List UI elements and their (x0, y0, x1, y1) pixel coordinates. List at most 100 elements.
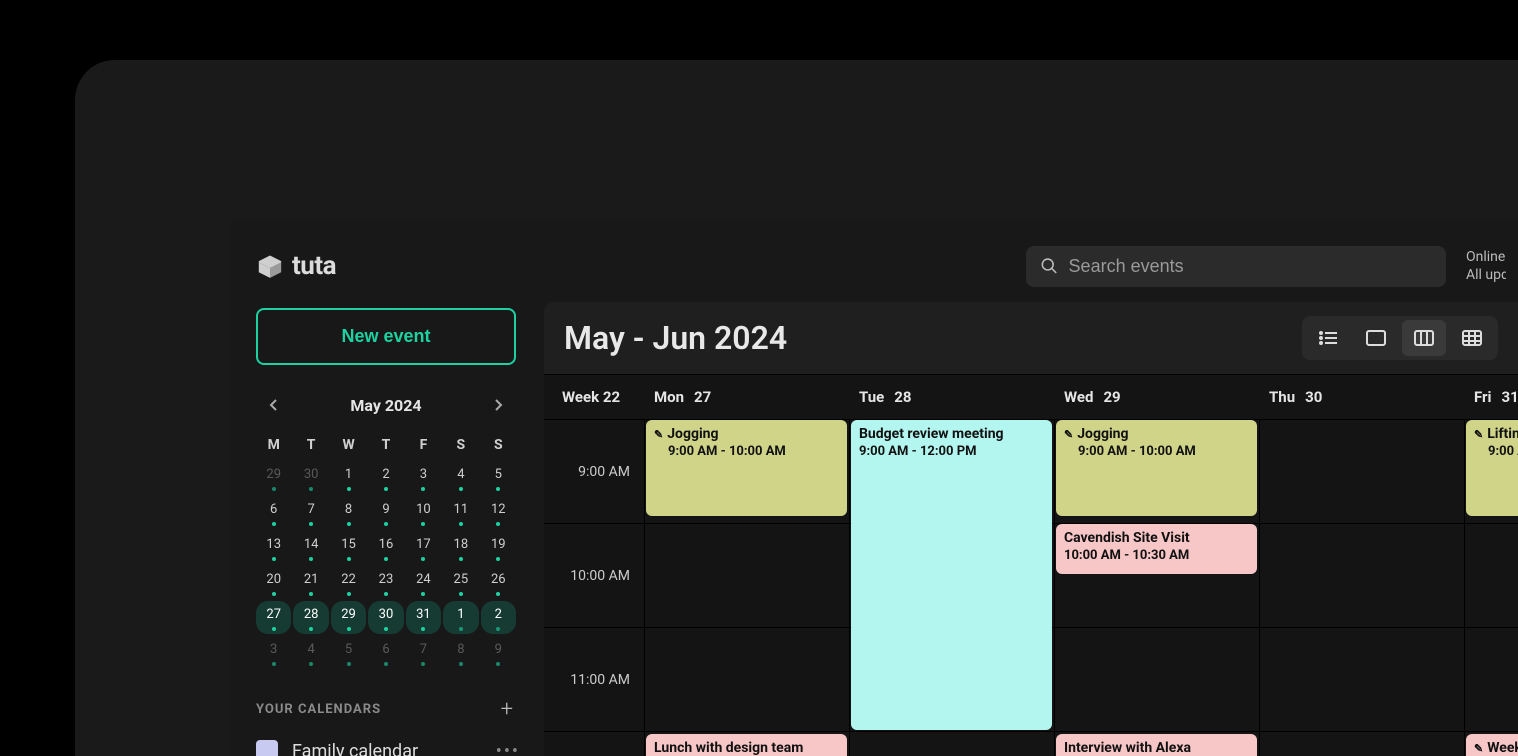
calendar-event[interactable]: Cavendish Site Visit10:00 AM - 10:30 AM (1056, 524, 1257, 574)
event-title: Interview with Alexa (1064, 740, 1191, 756)
week-day-headers: Week 22 Mon27Tue28Wed29Thu30Fri31 (544, 374, 1518, 420)
mini-cal-day[interactable]: 4 (443, 461, 478, 494)
mini-cal-day[interactable]: 1 (443, 601, 478, 634)
mini-cal-day[interactable]: 21 (293, 566, 328, 599)
mini-cal-day[interactable]: 3 (406, 461, 441, 494)
mini-cal-day[interactable]: 29 (331, 601, 366, 634)
mini-cal-dow: W (331, 431, 366, 459)
day-header[interactable]: Tue28 (849, 388, 1054, 406)
day-header[interactable]: Thu30 (1259, 388, 1464, 406)
brand-logo[interactable]: tuta (250, 251, 510, 281)
mini-cal-day[interactable]: 19 (481, 531, 516, 564)
calendar-range-title: May - Jun 2024 (564, 319, 1282, 357)
mini-cal-day[interactable]: 16 (368, 531, 403, 564)
recurring-icon: ✎ (1064, 428, 1073, 441)
list-icon (1318, 330, 1338, 346)
mini-cal-day[interactable]: 7 (293, 496, 328, 529)
status-line-2: All updated (1466, 266, 1506, 284)
status-text: Online All updated (1466, 248, 1506, 284)
mini-cal-day[interactable]: 24 (406, 566, 441, 599)
brand-logo-icon (256, 254, 284, 278)
mini-cal-day[interactable]: 26 (481, 566, 516, 599)
calendar-item[interactable]: Family calendar ••• (256, 740, 520, 756)
mini-cal-day[interactable]: 6 (368, 636, 403, 669)
mini-cal-day[interactable]: 2 (368, 461, 403, 494)
mini-cal-day[interactable]: 30 (368, 601, 403, 634)
day-icon (1366, 330, 1386, 346)
mini-cal-day[interactable]: 4 (293, 636, 328, 669)
mini-cal-day[interactable]: 29 (256, 461, 291, 494)
calendar-item-menu[interactable]: ••• (496, 741, 520, 756)
event-title: Lunch with design team (654, 740, 803, 756)
mini-cal-day[interactable]: 1 (331, 461, 366, 494)
mini-cal-next[interactable] (486, 393, 510, 417)
day-header[interactable]: Mon27 (644, 388, 849, 406)
mini-cal-day[interactable]: 8 (443, 636, 478, 669)
hour-label: 11:00 AM (544, 628, 644, 731)
hour-label: 12:00 PM (544, 732, 644, 756)
mini-cal-day[interactable]: 11 (443, 496, 478, 529)
add-calendar-button[interactable]: + (501, 697, 514, 722)
calendar-event[interactable]: ✎Jogging9:00 AM - 10:00 AM (1056, 420, 1257, 516)
mini-cal-day[interactable]: 14 (293, 531, 328, 564)
calendar-event[interactable]: Lunch with design team12:00 PM - 12:45 P… (646, 734, 847, 756)
month-icon (1462, 330, 1482, 346)
week-number: Week 22 (544, 388, 644, 406)
event-title: Cavendish Site Visit (1064, 530, 1190, 546)
mini-cal-dow: S (481, 431, 516, 459)
new-event-button[interactable]: New event (256, 308, 516, 365)
mini-cal-day[interactable]: 9 (481, 636, 516, 669)
sidebar: New event May 2024 MTWTFSS29301234567891… (250, 302, 530, 756)
status-line-1: Online (1466, 248, 1506, 266)
mini-cal-day[interactable]: 12 (481, 496, 516, 529)
mini-cal-day[interactable]: 31 (406, 601, 441, 634)
calendar-grid[interactable]: 9:00 AM10:00 AM11:00 AM12:00 PM ✎Jogging… (544, 420, 1518, 756)
mini-cal-day[interactable]: 10 (406, 496, 441, 529)
mini-cal-dow: S (443, 431, 478, 459)
mini-cal-day[interactable]: 28 (293, 601, 328, 634)
mini-cal-day[interactable]: 30 (293, 461, 328, 494)
app-screen: tuta Online All updated New event (230, 220, 1518, 756)
mini-cal-day[interactable]: 15 (331, 531, 366, 564)
hour-label: 9:00 AM (544, 420, 644, 523)
day-header[interactable]: Fri31 (1464, 388, 1518, 406)
mini-cal-day[interactable]: 23 (368, 566, 403, 599)
calendar-main: May - Jun 2024 (544, 302, 1518, 756)
mini-cal-day[interactable]: 13 (256, 531, 291, 564)
view-month[interactable] (1450, 320, 1494, 356)
calendar-event[interactable]: ✎Lifting9:00 AM - 10:00 AM (1466, 420, 1518, 516)
search-input[interactable] (1069, 256, 1432, 277)
mini-cal-day[interactable]: 25 (443, 566, 478, 599)
view-week[interactable] (1402, 320, 1446, 356)
mini-cal-day[interactable]: 2 (481, 601, 516, 634)
event-title: Jogging (1077, 426, 1128, 442)
calendar-color-swatch (256, 740, 278, 756)
mini-cal-day[interactable]: 5 (331, 636, 366, 669)
mini-cal-dow: F (406, 431, 441, 459)
day-header[interactable]: Wed29 (1054, 388, 1259, 406)
mini-cal-day[interactable]: 6 (256, 496, 291, 529)
search-box[interactable] (1026, 246, 1446, 287)
calendar-label: Family calendar (292, 741, 482, 756)
recurring-icon: ✎ (654, 428, 663, 441)
mini-cal-day[interactable]: 3 (256, 636, 291, 669)
mini-cal-day[interactable]: 27 (256, 601, 291, 634)
mini-cal-prev[interactable] (262, 393, 286, 417)
mini-cal-day[interactable]: 7 (406, 636, 441, 669)
mini-cal-day[interactable]: 22 (331, 566, 366, 599)
mini-cal-day[interactable]: 20 (256, 566, 291, 599)
mini-cal-day[interactable]: 5 (481, 461, 516, 494)
calendar-event[interactable]: Budget review meeting9:00 AM - 12:00 PM (851, 420, 1052, 730)
mini-cal-day[interactable]: 9 (368, 496, 403, 529)
mini-cal-day[interactable]: 8 (331, 496, 366, 529)
view-agenda[interactable] (1306, 320, 1350, 356)
mini-cal-day[interactable]: 17 (406, 531, 441, 564)
calendar-event[interactable]: ✎Weekly Report12:00 PM - 1:30 PM (1466, 734, 1518, 756)
calendar-event[interactable]: ✎Jogging9:00 AM - 10:00 AM (646, 420, 847, 516)
event-title: Budget review meeting (859, 426, 1004, 442)
view-day[interactable] (1354, 320, 1398, 356)
calendar-event[interactable]: Interview with Alexa12:00 PM - 12:30 PM (1056, 734, 1257, 756)
mini-cal-title: May 2024 (350, 396, 421, 415)
event-time: 9:00 AM - 10:00 AM (654, 444, 839, 459)
mini-cal-day[interactable]: 18 (443, 531, 478, 564)
